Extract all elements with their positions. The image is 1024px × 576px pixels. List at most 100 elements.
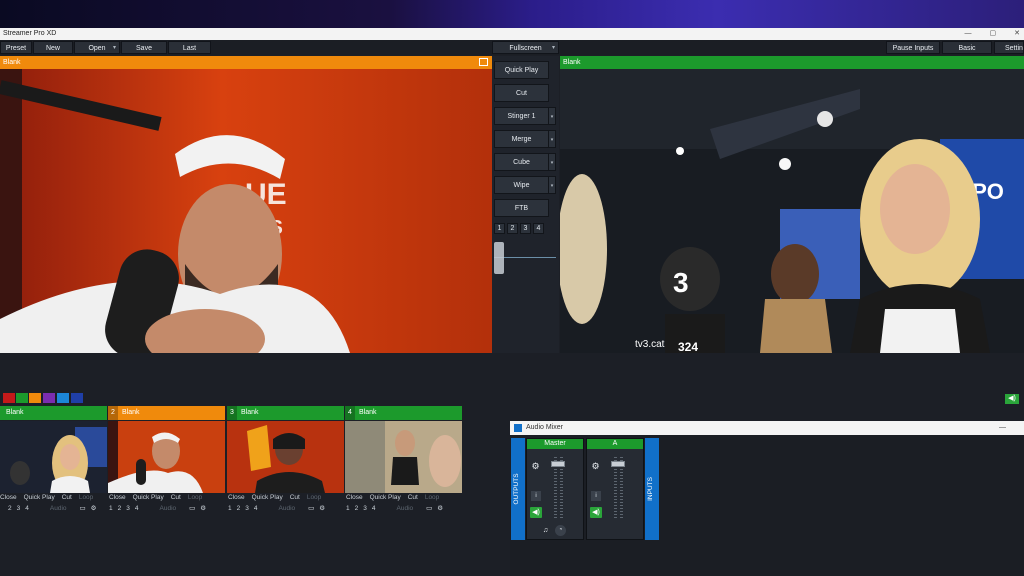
merge-button[interactable]: Merge ▾ xyxy=(494,130,556,148)
preset-button[interactable]: Preset xyxy=(0,41,32,54)
gear-icon[interactable]: ⚙ xyxy=(91,504,97,514)
input-overlay-2[interactable]: 2 xyxy=(237,504,241,514)
gear-icon[interactable]: ⚙ xyxy=(200,504,206,514)
info-icon[interactable]: i xyxy=(591,491,601,501)
basic-button[interactable]: Basic xyxy=(942,41,992,54)
cut-input-button[interactable]: Cut xyxy=(408,493,418,503)
color-swatch-orange[interactable] xyxy=(29,393,41,403)
new-button[interactable]: New xyxy=(33,41,73,54)
chevron-down-icon[interactable]: ▾ xyxy=(552,42,555,55)
gear-icon[interactable]: ⚙ xyxy=(437,504,443,514)
input-audio-button[interactable]: Audio xyxy=(279,504,296,514)
settings-button[interactable]: Settin xyxy=(994,41,1024,54)
loop-input-button[interactable]: Loop xyxy=(425,493,439,503)
headphones-icon[interactable]: ♫ xyxy=(540,525,551,536)
speaker-icon[interactable]: ◀) xyxy=(590,507,602,518)
input-2[interactable]: 2 Blank Close Quick Play Cut Loop 1 2 3 4… xyxy=(108,406,225,512)
chevron-down-icon[interactable]: ▾ xyxy=(113,42,116,55)
info-icon[interactable]: i xyxy=(531,491,541,501)
color-swatch-blue[interactable] xyxy=(57,393,69,403)
pause-inputs-button[interactable]: Pause Inputs xyxy=(886,41,940,54)
knob-icon[interactable]: ◔ xyxy=(555,525,566,536)
quick-play-input-button[interactable]: Quick Play xyxy=(24,493,55,503)
color-swatch-navy[interactable] xyxy=(71,393,83,403)
volume-fader[interactable] xyxy=(551,461,565,467)
save-button[interactable]: Save xyxy=(121,41,167,54)
fullscreen-button[interactable]: Fullscreen ▾ xyxy=(492,41,559,54)
minimize-button[interactable]: — xyxy=(965,28,972,40)
volume-fader[interactable] xyxy=(611,461,625,467)
loop-input-button[interactable]: Loop xyxy=(188,493,202,503)
stinger-button[interactable]: Stinger 1 ▾ xyxy=(494,107,556,125)
chevron-down-icon[interactable]: ▾ xyxy=(548,153,556,171)
input-overlay-1[interactable]: 1 xyxy=(109,504,113,514)
speaker-icon[interactable]: ◀) xyxy=(530,507,542,518)
input-overlay-4[interactable]: 4 xyxy=(254,504,258,514)
input-overlay-4[interactable]: 4 xyxy=(25,504,29,514)
color-swatch-purple[interactable] xyxy=(43,393,55,403)
input-audio-button[interactable]: Audio xyxy=(397,504,414,514)
wipe-button[interactable]: Wipe ▾ xyxy=(494,176,556,194)
transition-2-button[interactable]: 2 xyxy=(507,223,518,234)
input-overlay-1[interactable]: 1 xyxy=(228,504,232,514)
input-audio-button[interactable]: Audio xyxy=(160,504,177,514)
input-overlay-4[interactable]: 4 xyxy=(372,504,376,514)
transition-4-button[interactable]: 4 xyxy=(533,223,544,234)
minimize-mixer-button[interactable]: — xyxy=(999,421,1006,435)
close-input-button[interactable]: Close xyxy=(0,493,17,503)
input-3[interactable]: 3 Blank Close Quick Play Cut Loop 1 2 3 4… xyxy=(227,406,344,512)
chevron-down-icon[interactable]: ▾ xyxy=(548,176,556,194)
t-bar-handle[interactable] xyxy=(494,242,504,274)
transition-3-button[interactable]: 3 xyxy=(520,223,531,234)
monitor-icon[interactable]: ▭ xyxy=(426,504,432,514)
cut-input-button[interactable]: Cut xyxy=(290,493,300,503)
monitor-icon[interactable]: ▭ xyxy=(189,504,195,514)
color-swatch-green[interactable] xyxy=(16,393,28,403)
input-overlay-4[interactable]: 4 xyxy=(135,504,139,514)
input-thumbnail[interactable] xyxy=(227,421,344,493)
close-input-button[interactable]: Close xyxy=(346,493,363,503)
input-thumbnail[interactable] xyxy=(0,421,107,493)
loop-input-button[interactable]: Loop xyxy=(79,493,93,503)
quick-play-button[interactable]: Quick Play xyxy=(494,61,549,79)
gear-icon[interactable]: ⚙ xyxy=(530,461,541,472)
open-button[interactable]: Open ▾ xyxy=(74,41,120,54)
input-overlay-2[interactable]: 2 xyxy=(8,504,12,514)
input-overlay-3[interactable]: 3 xyxy=(363,504,367,514)
chevron-down-icon[interactable]: ▾ xyxy=(548,130,556,148)
gear-icon[interactable]: ⚙ xyxy=(319,504,325,514)
input-overlay-1[interactable]: 1 xyxy=(346,504,350,514)
input-overlay-2[interactable]: 2 xyxy=(355,504,359,514)
input-overlay-3[interactable]: 3 xyxy=(245,504,249,514)
gear-icon[interactable]: ⚙ xyxy=(590,461,601,472)
input-1[interactable]: Blank Close Quick Play Cut Loop 2 3 4 Au… xyxy=(0,406,107,512)
ftb-button[interactable]: FTB xyxy=(494,199,549,217)
quick-play-input-button[interactable]: Quick Play xyxy=(252,493,283,503)
close-input-button[interactable]: Close xyxy=(109,493,126,503)
close-input-button[interactable]: Close xyxy=(228,493,245,503)
input-overlay-3[interactable]: 3 xyxy=(17,504,21,514)
input-thumbnail[interactable] xyxy=(108,421,225,493)
input-overlay-3[interactable]: 3 xyxy=(126,504,130,514)
cut-input-button[interactable]: Cut xyxy=(62,493,72,503)
loop-input-button[interactable]: Loop xyxy=(307,493,321,503)
cut-button[interactable]: Cut xyxy=(494,84,549,102)
popout-icon[interactable] xyxy=(479,58,488,66)
cut-input-button[interactable]: Cut xyxy=(171,493,181,503)
quick-play-input-button[interactable]: Quick Play xyxy=(133,493,164,503)
monitor-icon[interactable]: ▭ xyxy=(308,504,314,514)
transition-1-button[interactable]: 1 xyxy=(494,223,505,234)
color-swatch-red[interactable] xyxy=(3,393,15,403)
quick-play-input-button[interactable]: Quick Play xyxy=(370,493,401,503)
cube-button[interactable]: Cube ▾ xyxy=(494,153,556,171)
maximize-button[interactable]: ▢ xyxy=(990,28,997,40)
volume-icon[interactable]: ◀) xyxy=(1005,394,1019,404)
last-button[interactable]: Last xyxy=(168,41,211,54)
input-thumbnail[interactable] xyxy=(345,421,462,493)
monitor-icon[interactable]: ▭ xyxy=(80,504,86,514)
input-overlay-2[interactable]: 2 xyxy=(118,504,122,514)
chevron-down-icon[interactable]: ▾ xyxy=(548,107,556,125)
close-window-button[interactable]: ✕ xyxy=(1014,28,1020,40)
input-audio-button[interactable]: Audio xyxy=(50,504,67,514)
input-4[interactable]: 4 Blank Close Quick Play Cut Loop 1 2 3 4… xyxy=(345,406,462,512)
